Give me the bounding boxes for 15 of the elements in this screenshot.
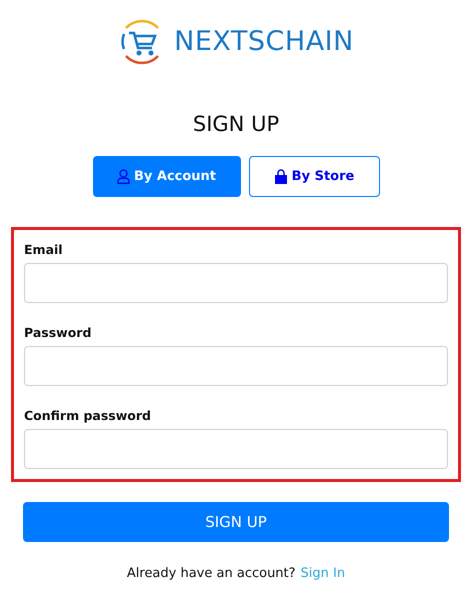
user-icon (116, 169, 130, 184)
footer-text: Already have an account? (126, 566, 296, 581)
tab[interactable]: By Account (92, 156, 240, 197)
field-label: Confirm password (24, 408, 152, 423)
sign-in-link[interactable]: Sign In (300, 566, 346, 581)
tab[interactable]: By Store (248, 156, 380, 197)
page-title: SIGN UP (192, 112, 280, 136)
logo-text: NEXTSCHAIN (174, 26, 354, 56)
sign-up-button[interactable]: SIGN UP (23, 502, 449, 542)
input-field[interactable] (24, 429, 448, 469)
field-label: Email (24, 242, 64, 257)
input-field[interactable] (24, 346, 448, 386)
input-field[interactable] (24, 263, 448, 303)
field-label: Password (24, 325, 92, 340)
shopping-bag-icon (274, 169, 288, 184)
